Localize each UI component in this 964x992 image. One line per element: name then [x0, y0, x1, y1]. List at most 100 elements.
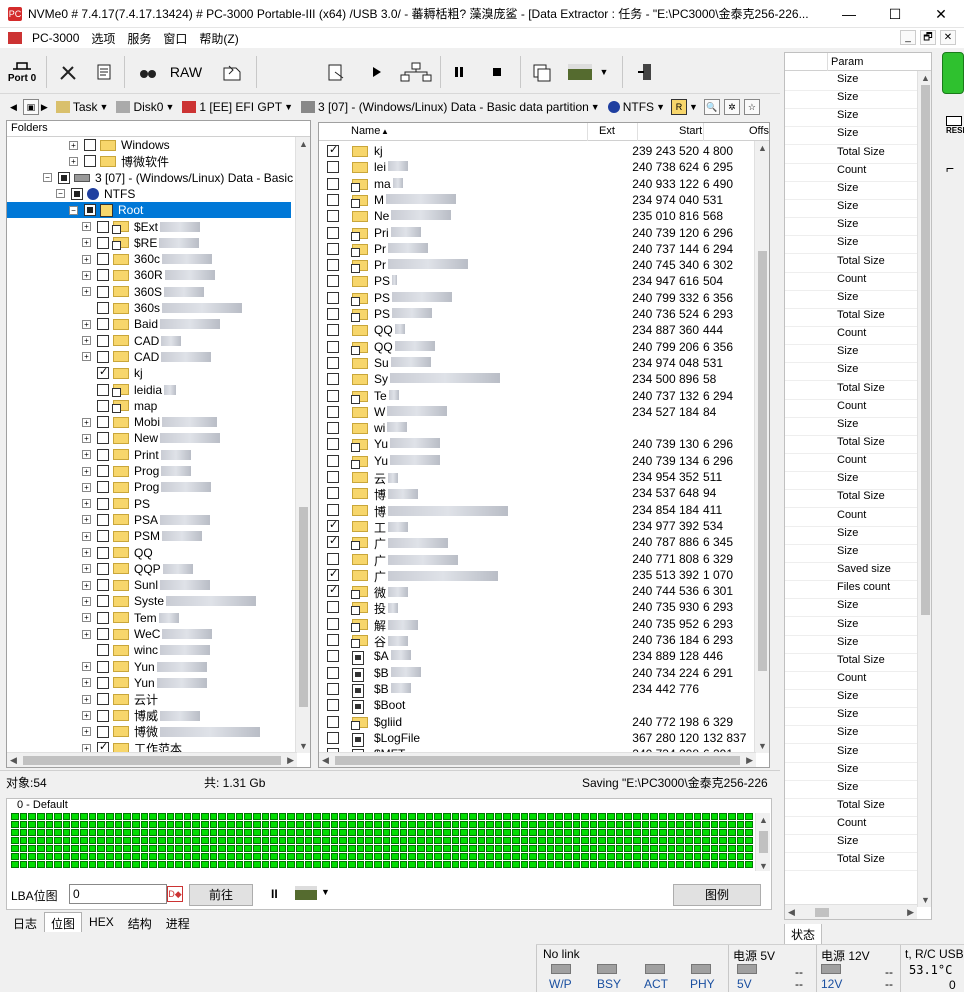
- back-arrow-icon[interactable]: ◀: [10, 102, 17, 113]
- tree-item-checkbox[interactable]: [97, 660, 109, 673]
- expand-toggle-icon[interactable]: +: [82, 548, 91, 557]
- close-button[interactable]: ✕: [918, 0, 964, 28]
- expand-toggle-icon[interactable]: +: [82, 531, 91, 541]
- param-scrollbar[interactable]: ▲ ▼: [917, 71, 931, 907]
- tree-item-checkbox[interactable]: [97, 562, 109, 575]
- tree-item[interactable]: +360S: [7, 284, 205, 300]
- tree-item[interactable]: + Yun: [7, 659, 207, 675]
- list-item[interactable]: Pri 240 739 120 6 296: [319, 225, 756, 241]
- tree-item[interactable]: +360c: [7, 251, 213, 267]
- tree-item[interactable]: + New: [7, 430, 221, 446]
- tree-item-checkbox[interactable]: [97, 709, 109, 722]
- tree-item[interactable]: + Syste: [7, 593, 257, 609]
- list-item-checkbox[interactable]: [327, 389, 339, 402]
- list-item[interactable]: $B 240 734 224 6 291: [319, 665, 756, 682]
- param-hscroll-thumb[interactable]: [815, 908, 829, 917]
- tree-item-checkbox[interactable]: [97, 465, 109, 477]
- tab-hex[interactable]: HEX: [82, 912, 121, 932]
- list-item[interactable]: Su 234 974 048 531: [319, 355, 756, 371]
- tree-item-checkbox[interactable]: [97, 481, 109, 494]
- tree-item[interactable]: + Yun: [7, 675, 207, 691]
- menu-pc3000[interactable]: PC-3000: [26, 31, 85, 45]
- tab-bitmap[interactable]: 位图: [44, 912, 83, 932]
- tree-item[interactable]: + WeC: [7, 626, 213, 642]
- expand-toggle-icon[interactable]: +: [82, 694, 91, 704]
- expand-toggle-icon[interactable]: +: [82, 433, 91, 443]
- goto-button[interactable]: 前往: [189, 884, 253, 906]
- export-button[interactable]: [218, 56, 246, 88]
- list-item-checkbox[interactable]: [327, 666, 339, 679]
- list-scroll-thumb[interactable]: [758, 251, 767, 671]
- list-item[interactable]: 投 240 735 930 6 293: [319, 599, 756, 616]
- list-item-checkbox[interactable]: [327, 617, 339, 630]
- chevron-down-icon[interactable]: ▼: [656, 102, 665, 112]
- list-item[interactable]: 云 234 954 352 511: [319, 469, 756, 486]
- list-item[interactable]: $Boot: [319, 697, 756, 715]
- tree-item-checkbox[interactable]: [84, 204, 96, 217]
- expand-toggle-icon[interactable]: +: [82, 336, 91, 346]
- tools-button[interactable]: [56, 56, 80, 88]
- tree-item-checkbox[interactable]: [97, 497, 109, 510]
- tree-item[interactable]: + CAD: [7, 349, 212, 365]
- expand-toggle-icon[interactable]: +: [82, 678, 91, 688]
- tree-item-checkbox[interactable]: [97, 693, 109, 706]
- tree-item[interactable]: − NTFS: [7, 186, 135, 202]
- expand-toggle-icon[interactable]: +: [82, 580, 91, 590]
- expand-toggle-icon[interactable]: +: [82, 254, 91, 264]
- expand-toggle-icon[interactable]: −: [56, 189, 65, 199]
- tree-item[interactable]: + Tem: [7, 610, 179, 626]
- exit-button[interactable]: [634, 56, 656, 88]
- tree-item-checkbox[interactable]: [97, 236, 109, 249]
- column-offs[interactable]: Offs: [749, 125, 769, 137]
- list-item-checkbox[interactable]: [327, 518, 339, 532]
- tree-item-checkbox[interactable]: [71, 187, 83, 200]
- list-item[interactable]: lei 240 738 624 6 295: [319, 159, 756, 175]
- list-item[interactable]: W 234 527 184 84: [319, 404, 756, 420]
- chevron-down-icon[interactable]: ▼: [689, 102, 698, 112]
- expand-toggle-icon[interactable]: +: [82, 319, 91, 329]
- tree-item[interactable]: + PSM: [7, 528, 203, 544]
- legend-button[interactable]: 图例: [673, 884, 761, 906]
- tree-item[interactable]: +360R: [7, 267, 215, 283]
- list-item-checkbox[interactable]: [327, 634, 339, 646]
- tree-hscroll-thumb[interactable]: [23, 756, 281, 765]
- list-item[interactable]: ma 240 933 122 6 490: [319, 176, 756, 192]
- raw-button[interactable]: RAW: [168, 56, 204, 88]
- list-item-checkbox[interactable]: [327, 308, 339, 320]
- tree-item[interactable]: + Prog: [7, 479, 212, 495]
- list-item-checkbox[interactable]: [327, 373, 339, 386]
- list-item-checkbox[interactable]: [327, 454, 339, 467]
- breadcrumb-disk[interactable]: Disk0: [133, 100, 163, 114]
- list-item[interactable]: $A 234 889 128 446: [319, 648, 756, 666]
- list-item-checkbox[interactable]: [327, 177, 339, 190]
- list-item[interactable]: Pr 240 737 144 6 294: [319, 241, 756, 257]
- tree-item-checkbox[interactable]: [97, 611, 109, 624]
- tree-item[interactable]: + Windows: [7, 137, 170, 153]
- expand-toggle-icon[interactable]: +: [82, 596, 91, 606]
- play-button[interactable]: [366, 56, 388, 88]
- list-item[interactable]: 博 234 854 184 411: [319, 502, 756, 519]
- map-pause-button[interactable]: II: [271, 887, 278, 901]
- list-item-checkbox[interactable]: [327, 259, 339, 272]
- list-item-checkbox[interactable]: [327, 422, 339, 435]
- forward-arrow-icon[interactable]: ▶: [41, 102, 48, 113]
- tree-item[interactable]: + Mobi: [7, 414, 218, 430]
- param-column[interactable]: Param: [831, 56, 863, 68]
- list-item[interactable]: 广 240 771 808 6 329: [319, 551, 756, 568]
- list-item-checkbox[interactable]: [327, 242, 339, 255]
- power-icon[interactable]: ⌐: [946, 160, 954, 176]
- list-item[interactable]: 工 234 977 392 534: [319, 518, 756, 535]
- list-item-checkbox[interactable]: [327, 552, 339, 565]
- tree-item[interactable]: − 3 [07] - (Windows/Linux) Data - Basic d: [7, 170, 297, 186]
- list-item-checkbox[interactable]: [327, 143, 339, 157]
- list-item[interactable]: PS 234 947 616 504: [319, 273, 756, 289]
- list-item-checkbox[interactable]: [327, 161, 339, 174]
- lba-spin-icon[interactable]: D◆: [167, 886, 183, 902]
- list-item-checkbox[interactable]: [327, 650, 339, 663]
- expand-toggle-icon[interactable]: +: [82, 417, 91, 427]
- map-view-icon[interactable]: [295, 886, 317, 900]
- list-item-checkbox[interactable]: [327, 340, 339, 353]
- menu-help[interactable]: 帮助(Z): [193, 30, 244, 47]
- expand-toggle-icon[interactable]: +: [82, 629, 91, 639]
- list-item[interactable]: Sy 234 500 896 58: [319, 371, 756, 387]
